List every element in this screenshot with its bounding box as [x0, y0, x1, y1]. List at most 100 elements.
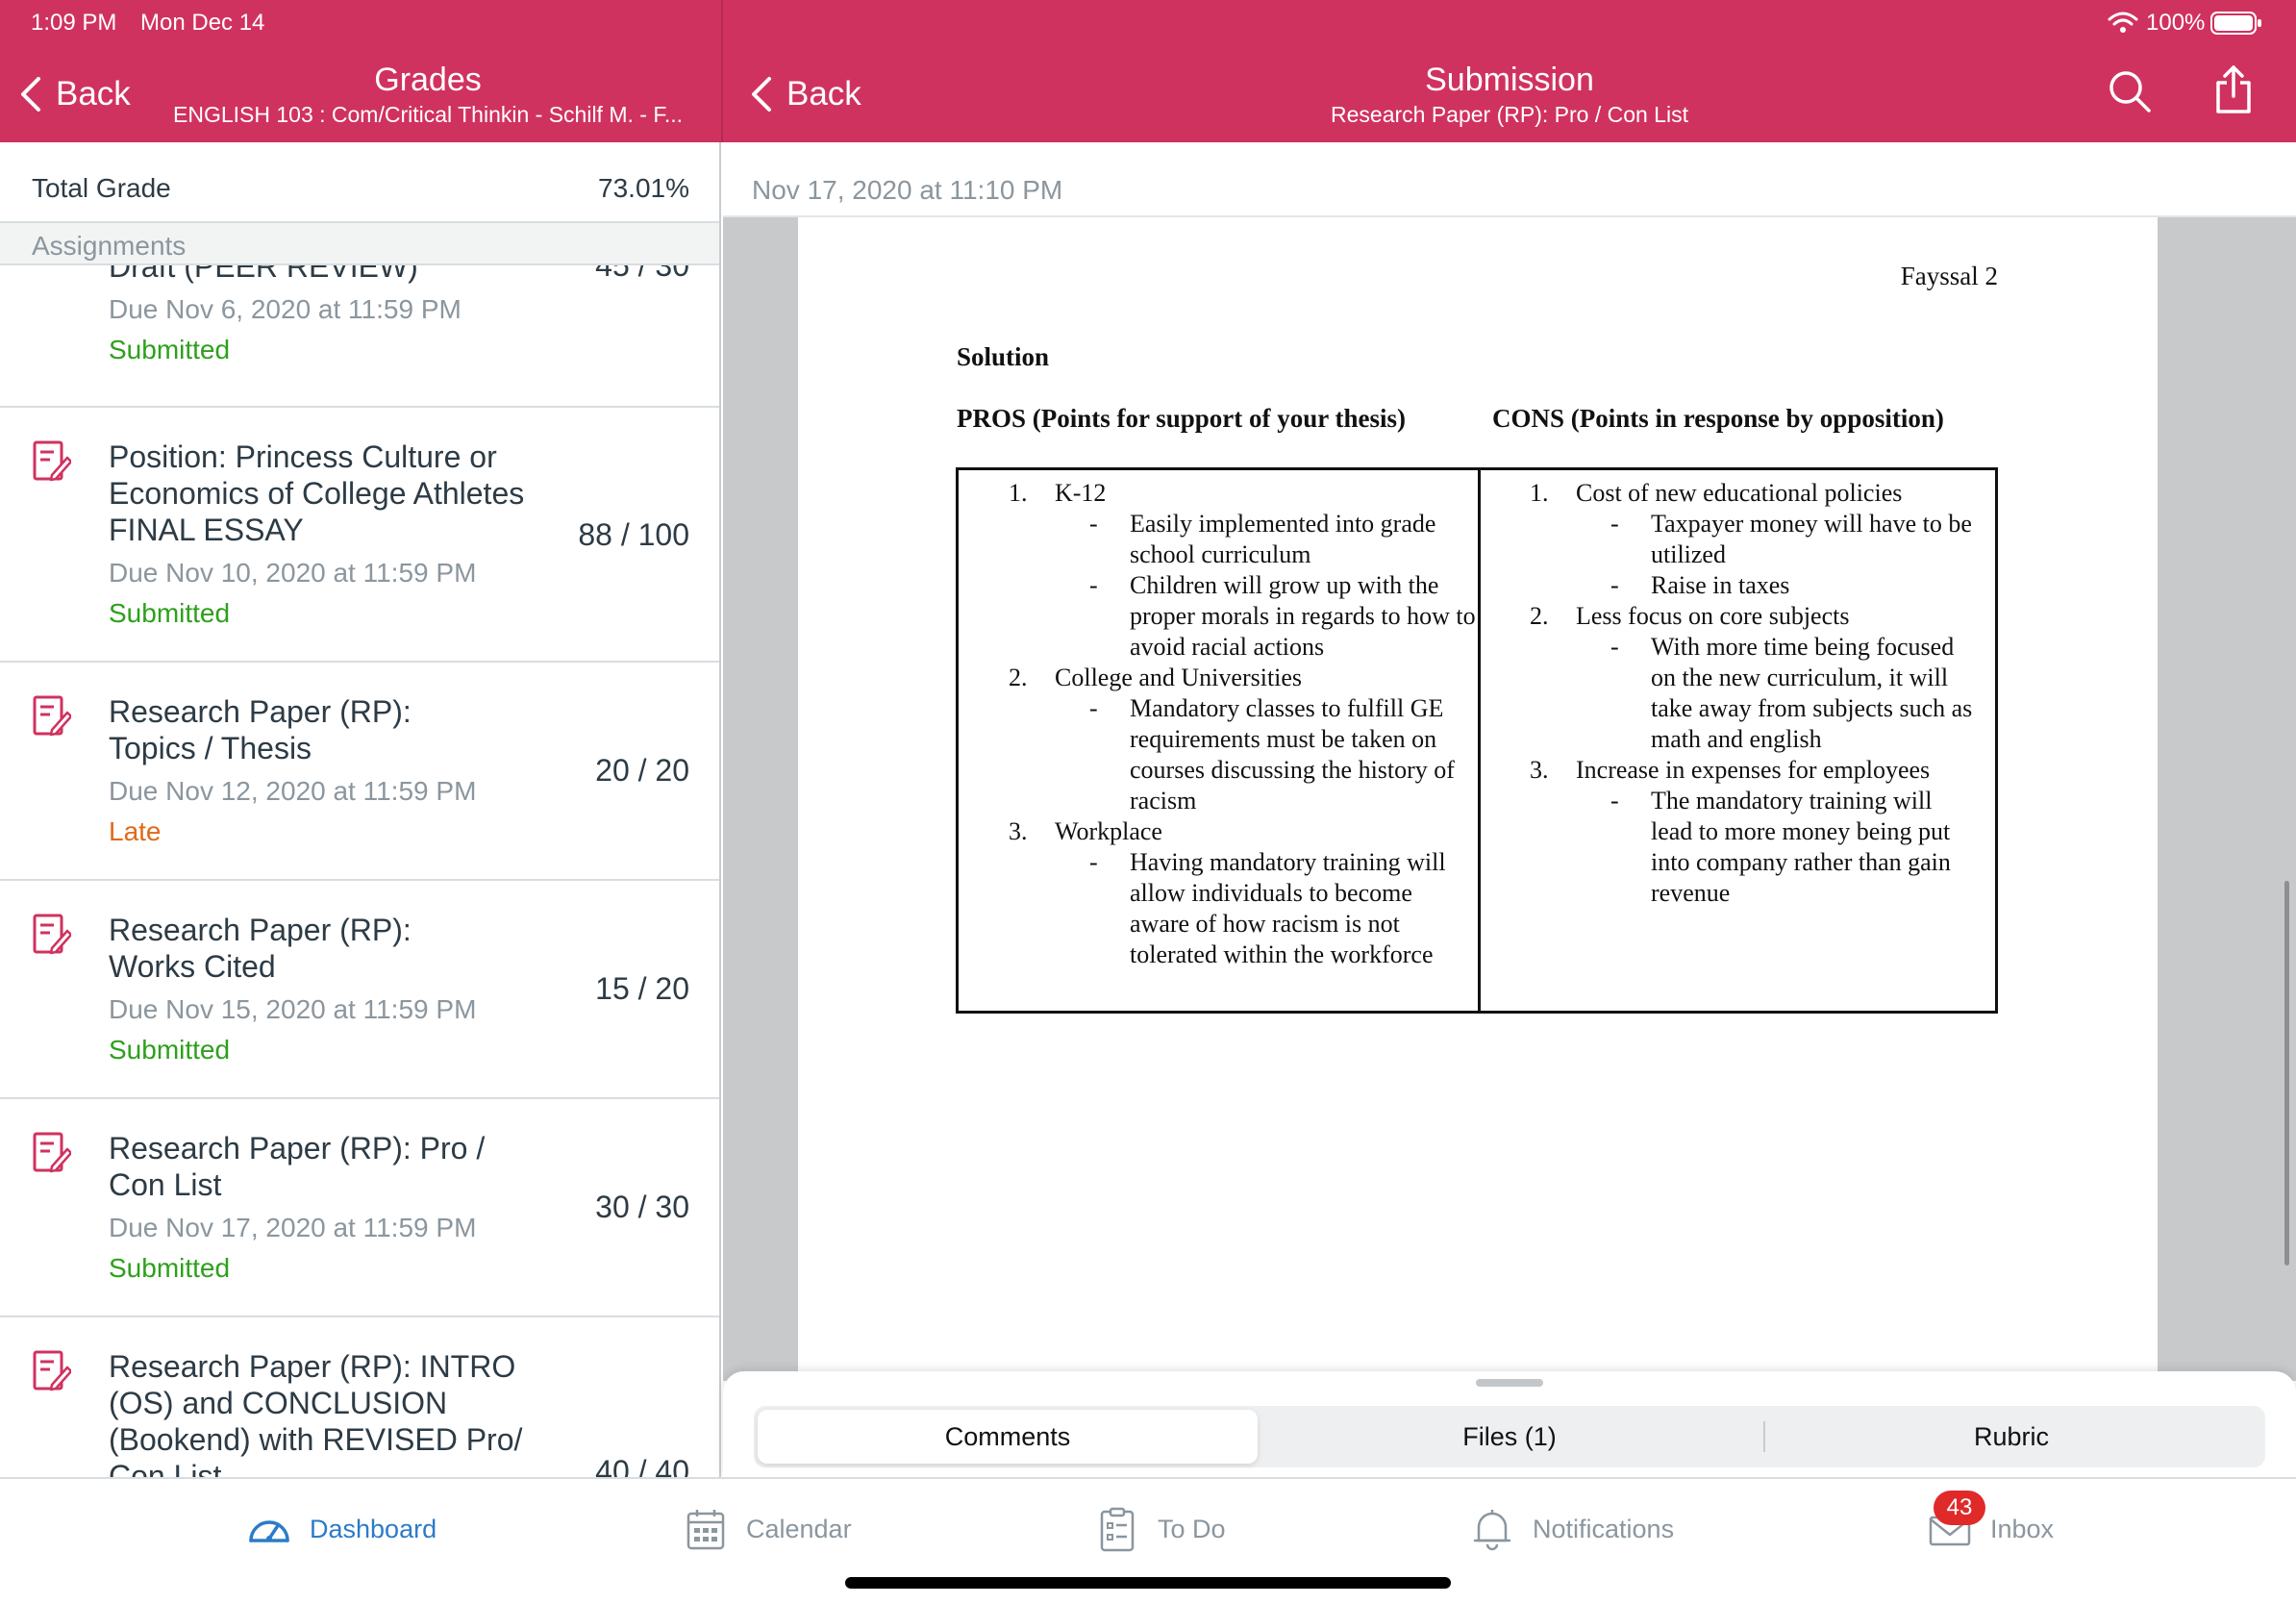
assignment-title: Research Paper (RP): INTRO (OS) and CONC… [109, 1349, 523, 1477]
assignment-icon [33, 914, 71, 955]
pros-column: 1. K-12 - Easily implemented into grade … [1009, 479, 1476, 968]
inbox-badge: 43 [1934, 1491, 1985, 1525]
home-indicator[interactable] [845, 1577, 1451, 1589]
todo-icon [1100, 1507, 1135, 1552]
submission-nav-bar: Back Submission Research Paper (RP): Pro… [723, 0, 2296, 142]
assignment-title: Position: Princess Culture or Economics … [109, 439, 525, 547]
assignment-row[interactable]: Research Paper (RP): Works Cited Due Nov… [0, 881, 719, 1099]
con-subitem: Raise in taxes [1651, 571, 1790, 599]
tab-files[interactable]: Files (1) [1260, 1410, 1759, 1464]
battery-status: 100% [2108, 10, 2262, 37]
assignment-row[interactable]: Draft (PEER REVIEW) Due Nov 6, 2020 at 1… [0, 248, 719, 408]
course-subtitle: ENGLISH 103 : Com/Critical Thinkin - Sch… [173, 102, 683, 127]
pro-item: Workplace [1055, 817, 1162, 845]
total-grade-label: Total Grade [32, 173, 171, 203]
assignment-score: 40 / 40 [595, 1454, 689, 1477]
assignment-icon [33, 1132, 71, 1173]
dashboard-icon [249, 1520, 289, 1542]
cons-column: 1. Cost of new educational policies - Ta… [1530, 478, 1991, 1016]
assignments-section-header: Assignments [0, 223, 719, 265]
tab-todo-label: To Do [1158, 1514, 1226, 1543]
document-scrollbar[interactable] [2284, 881, 2289, 1266]
table-divider [1478, 470, 1481, 1011]
wifi-icon [2108, 12, 2138, 33]
pro-subitem: Easily implemented into grade school cur… [1130, 510, 1436, 568]
status-date: Mon Dec 14 [140, 10, 265, 36]
tab-dashboard[interactable]: Dashboard [246, 1506, 437, 1552]
pro-number: 3. [1009, 817, 1028, 845]
document-page: Fayssal 2 Solution PROS (Points for supp… [798, 217, 2158, 1381]
con-number: 1. [1530, 479, 1549, 507]
details-segmented-control: Comments Files (1) Rubric [754, 1406, 2265, 1467]
bell-icon [1473, 1510, 1511, 1551]
assignment-status: Submitted [109, 1035, 231, 1065]
pro-item: K-12 [1055, 479, 1107, 507]
assignment-status: Submitted [109, 1253, 231, 1283]
con-subitem: With more time being focused on the new … [1651, 633, 1973, 753]
pro-subitem: Mandatory classes to fulfill GE requirem… [1130, 694, 1455, 815]
assignment-due: Due Nov 10, 2020 at 11:59 PM [109, 558, 477, 588]
tab-rubric[interactable]: Rubric [1761, 1410, 2261, 1464]
assignment-title: Research Paper (RP): Pro / Con List [109, 1131, 486, 1202]
assignment-due: Due Nov 17, 2020 at 11:59 PM [109, 1213, 477, 1242]
submission-date: Nov 17, 2020 at 11:10 PM [752, 175, 1063, 205]
grades-pane: Draft (PEER REVIEW) Due Nov 6, 2020 at 1… [0, 142, 721, 1477]
assignment-score: 15 / 20 [595, 971, 689, 1006]
sheet-grabber[interactable] [1476, 1379, 1543, 1387]
con-subitem: Taxpayer money will have to be utilized [1651, 510, 1972, 568]
tab-inbox-label: Inbox [1990, 1514, 2055, 1543]
con-subitem: The mandatory training will lead to more… [1651, 787, 1951, 907]
page-title: Grades [374, 62, 482, 98]
submission-title: Submission [1425, 62, 1594, 98]
doc-cons-heading: CONS (Points in response by opposition) [1492, 404, 1944, 433]
assignment-row[interactable]: Research Paper (RP): Topics / Thesis Due… [0, 663, 719, 881]
con-item: Increase in expenses for employees [1576, 756, 1931, 784]
battery-icon [2210, 12, 2262, 35]
assignment-score: 88 / 100 [578, 517, 689, 552]
share-icon[interactable] [2213, 63, 2254, 115]
doc-page-header: Fayssal 2 [1900, 262, 1998, 290]
tab-dashboard-label: Dashboard [310, 1514, 437, 1543]
search-icon[interactable] [2108, 69, 2152, 113]
tab-calendar-label: Calendar [746, 1514, 852, 1543]
section-header-label: Assignments [32, 231, 187, 261]
pro-subitem: Children will grow up with the proper mo… [1130, 571, 1476, 661]
total-grade-row: Total Grade 73.01% [0, 142, 719, 223]
pro-item: College and Universities [1055, 664, 1303, 691]
con-number: 3. [1530, 756, 1549, 784]
assignment-status: Late [109, 816, 162, 846]
assignment-status: Submitted [109, 598, 231, 628]
submission-details-sheet[interactable]: Comments Files (1) Rubric [723, 1371, 2296, 1477]
document-viewer[interactable]: Fayssal 2 Solution PROS (Points for supp… [723, 217, 2296, 1381]
pros-cons-table: 1. K-12 - Easily implemented into grade … [956, 467, 1998, 1014]
assignment-row[interactable]: Position: Princess Culture or Economics … [0, 408, 719, 663]
tab-todo[interactable]: To Do [1094, 1506, 1226, 1552]
back-label: Back [56, 75, 131, 113]
submission-pane: Nov 17, 2020 at 11:10 PM Fayssal 2 Solut… [723, 142, 2296, 1477]
grades-nav-bar: 1:09 PM Mon Dec 14 Back Grades ENGLISH 1… [0, 0, 721, 142]
tab-comments[interactable]: Comments [758, 1410, 1258, 1464]
tab-notifications[interactable]: Notifications [1469, 1506, 1674, 1552]
tab-notifications-label: Notifications [1533, 1514, 1675, 1543]
pro-number: 2. [1009, 664, 1028, 691]
assignment-due: Due Nov 15, 2020 at 11:59 PM [109, 994, 477, 1024]
tab-calendar[interactable]: Calendar [683, 1506, 852, 1552]
assignment-score: 30 / 30 [595, 1190, 689, 1224]
con-item: Less focus on core subjects [1576, 602, 1850, 630]
assignment-row[interactable]: Research Paper (RP): Pro / Con List Due … [0, 1099, 719, 1317]
grades-back-button[interactable]: Back [17, 75, 131, 113]
assignment-status: Submitted [109, 335, 231, 364]
assignment-icon [33, 695, 71, 737]
assignment-row[interactable]: Research Paper (RP): INTRO (OS) and CONC… [0, 1317, 719, 1477]
assignment-title: Research Paper (RP): Works Cited [109, 913, 412, 984]
doc-solution-heading: Solution [957, 342, 1050, 371]
status-time: 1:09 PM [31, 10, 117, 36]
con-number: 2. [1530, 602, 1549, 630]
con-item: Cost of new educational policies [1576, 479, 1903, 507]
battery-percent: 100% [2146, 10, 2206, 36]
assignment-due: Due Nov 12, 2020 at 11:59 PM [109, 776, 477, 806]
assignment-icon [33, 1350, 71, 1391]
total-grade-value: 73.01% [598, 173, 689, 203]
assignment-icon [33, 440, 71, 482]
pro-number: 1. [1009, 479, 1028, 507]
